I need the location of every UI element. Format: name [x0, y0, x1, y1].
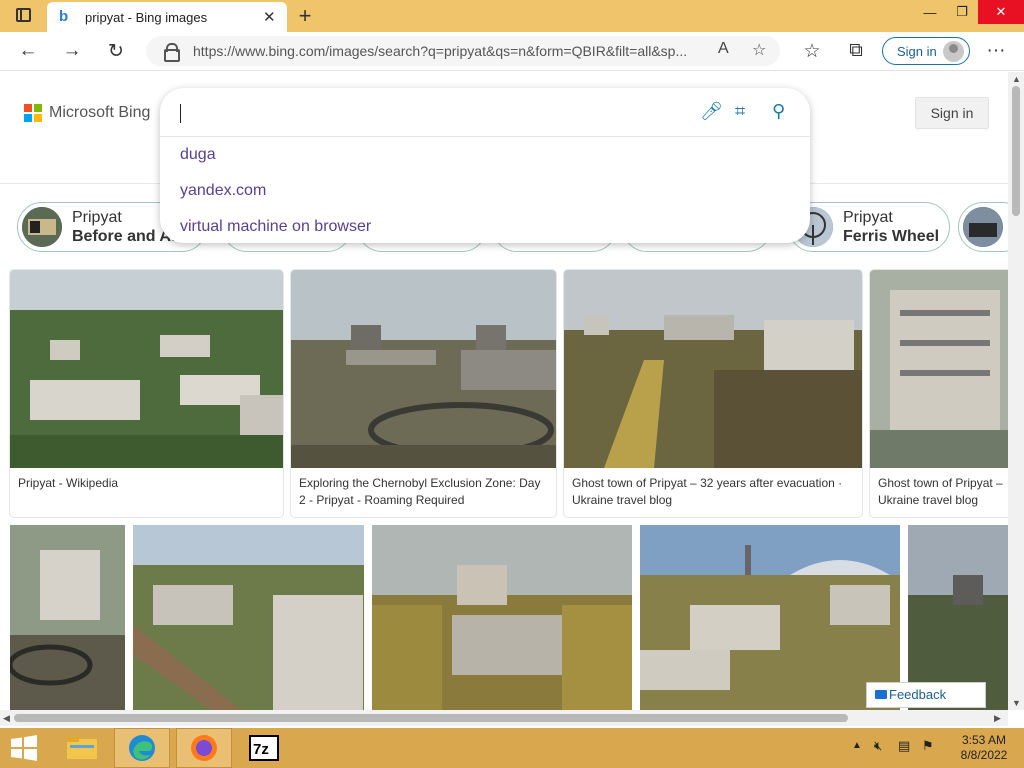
new-tab-button[interactable]: + — [292, 3, 318, 29]
avatar-icon — [943, 41, 964, 62]
tab-actions-icon[interactable] — [16, 8, 31, 22]
close-tab-icon[interactable]: ✕ — [263, 8, 276, 26]
browser-tab[interactable]: b pripyat - Bing images ✕ — [47, 2, 287, 32]
file-explorer-button[interactable] — [54, 728, 110, 768]
bing-signin-button[interactable]: Sign in — [915, 97, 989, 129]
visual-search-icon[interactable]: ⌗ — [735, 101, 745, 122]
minimize-button[interactable]: — — [914, 0, 946, 24]
chip-line1: Pripyat — [72, 209, 122, 226]
chip-pripyat-ferris-wheel[interactable]: Pripyat Ferris Wheel — [788, 202, 950, 252]
result-image[interactable] — [564, 270, 862, 468]
firefox-taskbar-button[interactable] — [176, 728, 232, 768]
action-center-icon[interactable]: ⚑ — [922, 738, 934, 754]
chip-line2: Ferris Wheel — [843, 228, 940, 245]
microsoft-logo-icon — [24, 104, 42, 122]
suggestion-item[interactable]: yandex.com — [180, 182, 266, 200]
refresh-button[interactable]: ↻ — [102, 38, 130, 64]
read-aloud-icon[interactable]: A — [718, 40, 729, 58]
result-card[interactable]: Ghost town of Pripyat – Ukraine travel b… — [870, 270, 1008, 517]
text-cursor — [180, 104, 181, 123]
start-button[interactable] — [0, 728, 48, 768]
result-card[interactable]: Pripyat - Wikipedia — [10, 270, 283, 517]
forward-button[interactable]: → — [58, 38, 86, 64]
restore-button[interactable]: ❐ — [946, 0, 978, 24]
url-text[interactable]: https://www.bing.com/images/search?q=pri… — [193, 43, 713, 59]
more-options-icon[interactable]: ··· — [982, 38, 1010, 64]
profile-signin-button[interactable]: Sign in — [882, 37, 970, 65]
7zip-icon: 7z — [249, 735, 279, 761]
chip-line2: Before and Af — [72, 228, 177, 245]
result-card[interactable]: Exploring the Chernobyl Exclusion Zone: … — [291, 270, 556, 517]
show-hidden-icons[interactable]: ▲ — [852, 740, 862, 751]
search-icon[interactable]: ⚲ — [772, 101, 785, 122]
suggestion-item[interactable]: duga — [180, 146, 216, 164]
scroll-left-icon[interactable]: ◀ — [3, 713, 10, 724]
chip-thumbnail — [963, 207, 1003, 247]
folder-icon — [67, 737, 97, 759]
volume-muted-icon[interactable]: 🔇︎ — [874, 738, 882, 754]
logo-text: Microsoft Bing — [49, 104, 151, 121]
clock-date: 8/8/2022 — [960, 748, 1008, 762]
clock-time: 3:53 AM — [961, 733, 1007, 747]
favorites-icon[interactable]: ☆ — [798, 38, 826, 64]
taskbar: 7z ▲ 🔇︎ ▤ ⚑ 3:53 AM 8/8/2022 — [0, 728, 1024, 768]
scroll-right-icon[interactable]: ▶ — [994, 713, 1001, 724]
result-image[interactable] — [10, 525, 125, 710]
windows-logo-icon — [11, 735, 37, 761]
clock[interactable]: 3:53 AM 8/8/2022 — [952, 733, 1016, 763]
result-caption[interactable]: Ghost town of Pripyat – Ukraine travel b… — [878, 475, 1008, 509]
result-card[interactable]: Ghost town of Pripyat – 32 years after e… — [564, 270, 862, 517]
network-icon[interactable]: ▤ — [898, 738, 910, 754]
horizontal-scroll-thumb[interactable] — [14, 714, 848, 722]
result-image[interactable] — [870, 270, 1008, 468]
add-favorite-icon[interactable]: ☆ — [752, 40, 766, 60]
close-window-button[interactable]: ✕ — [978, 0, 1024, 24]
chip-line1: Pripyat — [843, 209, 893, 226]
address-bar[interactable]: https://www.bing.com/images/search?q=pri… — [146, 36, 780, 66]
svg-text:7z: 7z — [253, 741, 269, 758]
result-image[interactable] — [372, 525, 632, 710]
result-image[interactable] — [291, 270, 556, 468]
microphone-icon[interactable]: 🎤︎ — [700, 101, 723, 122]
horizontal-scrollbar[interactable]: ◀ ▶ — [0, 710, 1008, 726]
result-caption[interactable]: Pripyat - Wikipedia — [18, 475, 275, 492]
bing-logo[interactable]: Microsoft Bing — [24, 104, 150, 122]
title-bar: b pripyat - Bing images ✕ + — ❐ ✕ — [0, 0, 1024, 32]
tab-title: pripyat - Bing images — [85, 10, 208, 25]
result-caption[interactable]: Ghost town of Pripyat – 32 years after e… — [572, 475, 854, 509]
edge-taskbar-button[interactable] — [114, 728, 170, 768]
edge-icon — [129, 735, 155, 761]
profile-signin-label: Sign in — [897, 44, 937, 59]
vertical-scroll-thumb[interactable] — [1012, 86, 1020, 216]
result-caption[interactable]: Exploring the Chernobyl Exclusion Zone: … — [299, 475, 548, 509]
bing-favicon-icon: b — [59, 8, 69, 25]
chip-related-7[interactable] — [958, 202, 1008, 252]
search-suggestions-panel: 🎤︎ ⌗ ⚲ duga yandex.com virtual machine o… — [160, 88, 810, 243]
scroll-down-icon[interactable]: ▼ — [1012, 698, 1021, 708]
scroll-up-icon[interactable]: ▲ — [1012, 74, 1021, 84]
result-image[interactable] — [640, 525, 900, 710]
7zip-taskbar-button[interactable]: 7z — [236, 728, 292, 768]
vertical-scrollbar[interactable]: ▲ ▼ — [1008, 72, 1024, 710]
feedback-button[interactable]: Feedback — [866, 682, 986, 708]
suggestion-item[interactable]: virtual machine on browser — [180, 218, 371, 236]
lock-icon[interactable] — [164, 43, 180, 62]
chip-thumbnail — [22, 207, 62, 247]
result-image[interactable] — [133, 525, 364, 710]
nav-bar: ← → ↻ https://www.bing.com/images/search… — [0, 32, 1024, 71]
result-image[interactable] — [10, 270, 283, 468]
back-button[interactable]: ← — [14, 38, 42, 64]
firefox-icon — [191, 735, 217, 761]
collections-icon[interactable]: ⧉ — [842, 38, 870, 64]
search-input[interactable]: 🎤︎ ⌗ ⚲ — [160, 88, 810, 137]
